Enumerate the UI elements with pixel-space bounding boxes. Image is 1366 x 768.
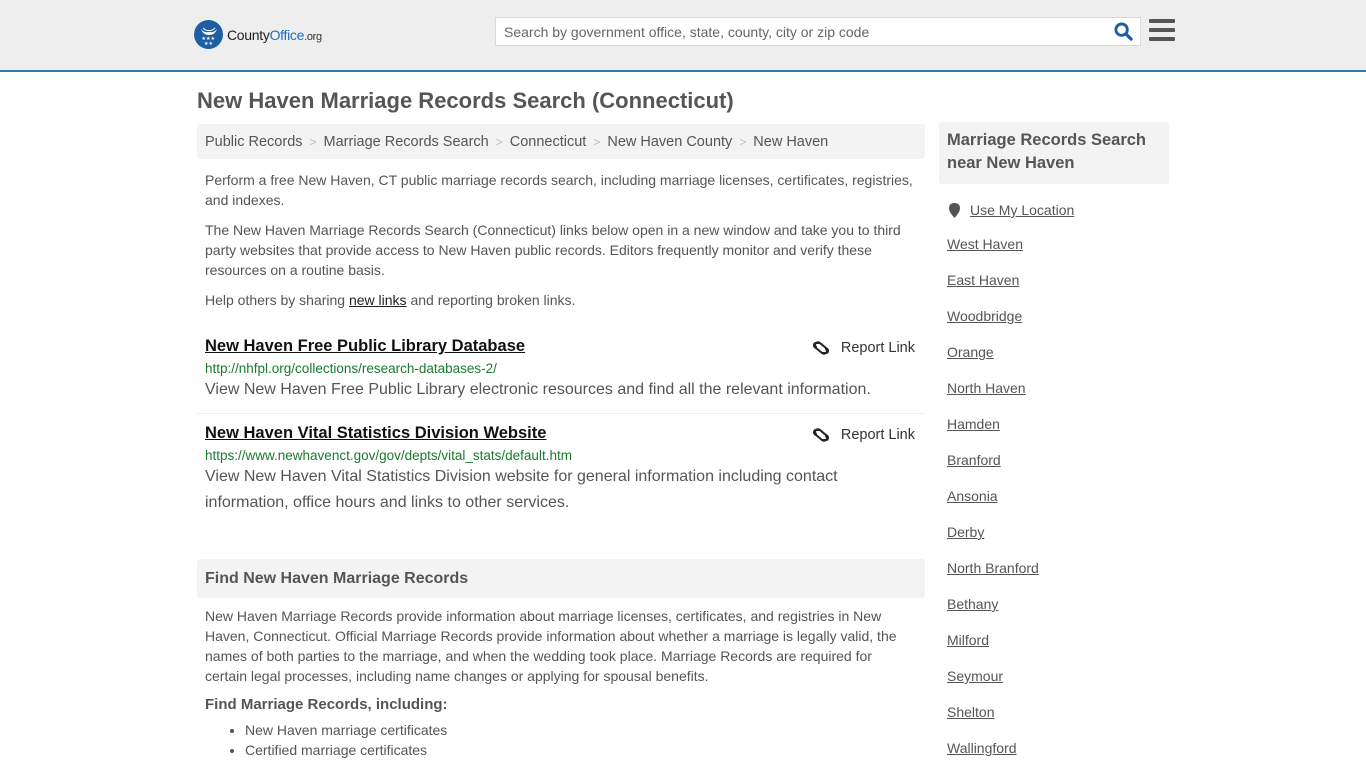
search-bar — [495, 17, 1141, 46]
nearby-place-link[interactable]: Ansonia — [947, 488, 998, 504]
use-my-location-link[interactable]: Use My Location — [970, 202, 1074, 218]
page-title: New Haven Marriage Records Search (Conne… — [197, 88, 734, 113]
find-records-description: New Haven Marriage Records provide infor… — [205, 608, 897, 684]
hamburger-menu-icon[interactable] — [1149, 19, 1175, 41]
site-logo[interactable]: ★★★ ★★ CountyOffice.org — [194, 20, 322, 49]
nearby-places-list: West Haven East Haven Woodbridge Orange … — [939, 226, 1169, 766]
nearby-place-item: Ansonia — [947, 478, 1169, 514]
nearby-place-link[interactable]: Woodbridge — [947, 308, 1022, 324]
svg-text:★★: ★★ — [204, 41, 213, 46]
breadcrumb: Public Records > Marriage Records Search… — [197, 124, 925, 159]
resource-link-description: View New Haven Free Public Library elect… — [205, 381, 871, 398]
nearby-place-item: North Branford — [947, 550, 1169, 586]
nearby-place-link[interactable]: Shelton — [947, 704, 994, 720]
nearby-place-link[interactable]: Hamden — [947, 416, 1000, 432]
nearby-place-link[interactable]: Branford — [947, 452, 1001, 468]
breadcrumb-marriage-records-search[interactable]: Marriage Records Search — [324, 134, 489, 150]
nearby-place-item: East Haven — [947, 262, 1169, 298]
resource-link-description: View New Haven Vital Statistics Division… — [205, 468, 838, 511]
nearby-place-item: Branford — [947, 442, 1169, 478]
search-button[interactable] — [1106, 18, 1140, 45]
find-records-subheading: Find Marriage Records, including: — [205, 696, 448, 713]
nearby-place-link[interactable]: East Haven — [947, 272, 1019, 288]
resource-link-url[interactable]: http://nhfpl.org/collections/research-da… — [205, 361, 917, 376]
resource-link-item: New Haven Vital Statistics Division Webs… — [197, 414, 925, 526]
broken-link-icon — [812, 341, 829, 355]
intro-paragraph: Perform a free New Haven, CT public marr… — [205, 172, 913, 208]
nearby-place-link[interactable]: North Haven — [947, 380, 1026, 396]
breadcrumb-separator-icon: > — [309, 134, 317, 149]
nearby-place-link[interactable]: Orange — [947, 344, 994, 360]
intro-text: Perform a free New Haven, CT public marr… — [197, 170, 925, 310]
nearby-place-item: Shelton — [947, 694, 1169, 730]
main-content: Public Records > Marriage Records Search… — [197, 124, 925, 760]
use-location-row: Use My Location — [939, 202, 1169, 218]
resource-link-url[interactable]: https://www.newhavenct.gov/gov/depts/vit… — [205, 448, 917, 463]
sidebar-heading: Marriage Records Search near New Haven — [939, 122, 1169, 184]
site-header: ★★★ ★★ CountyOffice.org — [0, 0, 1366, 72]
breadcrumb-public-records[interactable]: Public Records — [205, 134, 303, 150]
nearby-place-item: Milford — [947, 622, 1169, 658]
nearby-sidebar: Marriage Records Search near New Haven U… — [939, 122, 1169, 766]
breadcrumb-connecticut[interactable]: Connecticut — [510, 134, 587, 150]
breadcrumb-separator-icon: > — [739, 134, 747, 149]
intro-paragraph: The New Haven Marriage Records Search (C… — [205, 222, 901, 278]
nearby-place-link[interactable]: Bethany — [947, 596, 998, 612]
resource-link-title[interactable]: New Haven Vital Statistics Division Webs… — [205, 424, 546, 443]
breadcrumb-separator-icon: > — [495, 134, 503, 149]
nearby-place-item: Bethany — [947, 586, 1169, 622]
nearby-place-link[interactable]: Derby — [947, 524, 984, 540]
broken-link-icon — [812, 428, 829, 442]
report-link-button[interactable]: Report Link — [812, 340, 915, 356]
resource-link-item: New Haven Free Public Library Database h… — [197, 327, 925, 414]
nearby-place-item: North Haven — [947, 370, 1169, 406]
nearby-place-item: Hamden — [947, 406, 1169, 442]
records-list: New Haven marriage certificates Certifie… — [197, 720, 925, 760]
share-links-paragraph: Help others by sharing new links and rep… — [205, 292, 576, 308]
breadcrumb-new-haven-county[interactable]: New Haven County — [607, 134, 732, 150]
breadcrumb-new-haven[interactable]: New Haven — [753, 134, 828, 150]
nearby-place-link[interactable]: Seymour — [947, 668, 1003, 684]
nearby-place-item: Derby — [947, 514, 1169, 550]
logo-wordmark: CountyOffice.org — [227, 26, 322, 43]
find-records-heading: Find New Haven Marriage Records — [197, 559, 925, 598]
nearby-place-link[interactable]: West Haven — [947, 236, 1023, 252]
breadcrumb-separator-icon: > — [593, 134, 601, 149]
eagle-stars-logo-icon: ★★★ ★★ — [194, 20, 223, 49]
search-input[interactable] — [496, 18, 1106, 45]
search-icon — [1113, 22, 1133, 41]
nearby-place-item: Orange — [947, 334, 1169, 370]
new-links-link[interactable]: new links — [349, 292, 407, 308]
nearby-place-item: Wallingford — [947, 730, 1169, 766]
map-pin-icon — [949, 202, 960, 218]
nearby-place-item: Seymour — [947, 658, 1169, 694]
nearby-place-link[interactable]: Wallingford — [947, 740, 1017, 756]
report-link-button[interactable]: Report Link — [812, 427, 915, 443]
records-list-item: New Haven marriage certificates — [245, 720, 925, 740]
resource-link-title[interactable]: New Haven Free Public Library Database — [205, 337, 525, 356]
nearby-place-item: Woodbridge — [947, 298, 1169, 334]
records-list-item: Certified marriage certificates — [245, 740, 925, 760]
nearby-place-link[interactable]: North Branford — [947, 560, 1039, 576]
nearby-place-item: West Haven — [947, 226, 1169, 262]
nearby-place-link[interactable]: Milford — [947, 632, 989, 648]
